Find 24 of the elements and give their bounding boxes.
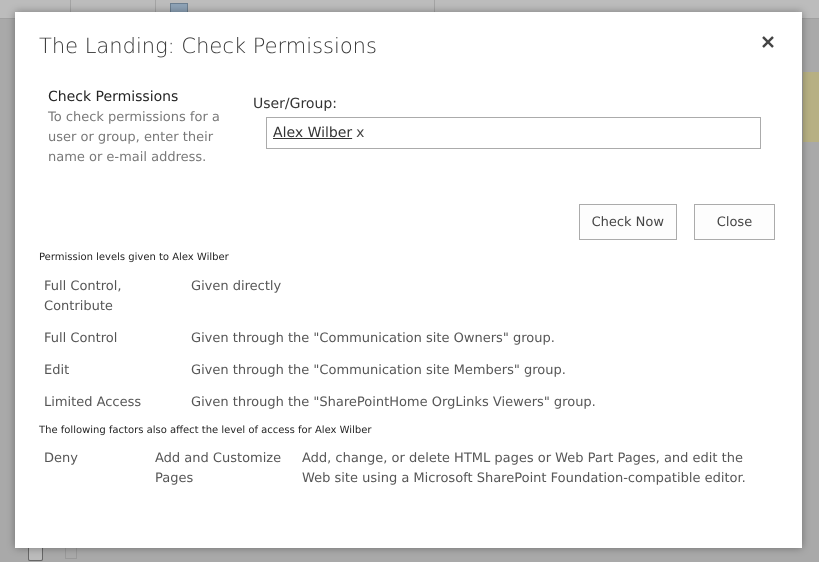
dialog-button[interactable]: Check Now — [578, 204, 677, 240]
table-cell-text: Given directly — [191, 278, 282, 296]
table-cell-text: Add and Customize Pages — [155, 450, 282, 488]
table-cell-text: Full Control, Contribute — [44, 278, 122, 316]
dialog-button[interactable]: Close — [694, 204, 775, 240]
notice-bar — [803, 72, 819, 142]
table-cell-text: Given through the "SharePointHome OrgLinks Viewers" group. — [191, 394, 597, 412]
section-description: To check permissions for a user or group, enter their name or e-mail address. — [48, 109, 221, 167]
table-cell-text: Full Control — [44, 330, 118, 348]
table-cell-text: Given through the "Communication site Owners" group. — [191, 330, 556, 348]
remove-link[interactable]: x — [356, 125, 364, 141]
section-caption: The following factors also affect the level of access for Alex Wilber — [39, 424, 372, 438]
dialog-title: The Landing: Check Permissions — [39, 33, 377, 60]
close-icon[interactable] — [761, 35, 775, 49]
table-cell-text: Add, change, or delete HTML pages or Web Part Pages, and edit the Web site using a Microsoft SharePoint Foundation-compatible editor. — [302, 450, 747, 488]
table-cell-text: Deny — [44, 450, 79, 468]
table-cell-text: Given through the "Communication site Members" group. — [191, 362, 567, 380]
table-cell-text: Edit — [44, 362, 70, 380]
section-caption: Permission levels given to Alex Wilber — [39, 251, 230, 265]
table-cell-text: Limited Access — [44, 394, 142, 412]
user-field[interactable]: Alex Wilber x — [266, 117, 761, 149]
field-label: User/Group: — [253, 95, 338, 114]
section-heading: Check Permissions — [48, 88, 180, 107]
user-link[interactable]: Alex Wilber — [273, 125, 352, 141]
